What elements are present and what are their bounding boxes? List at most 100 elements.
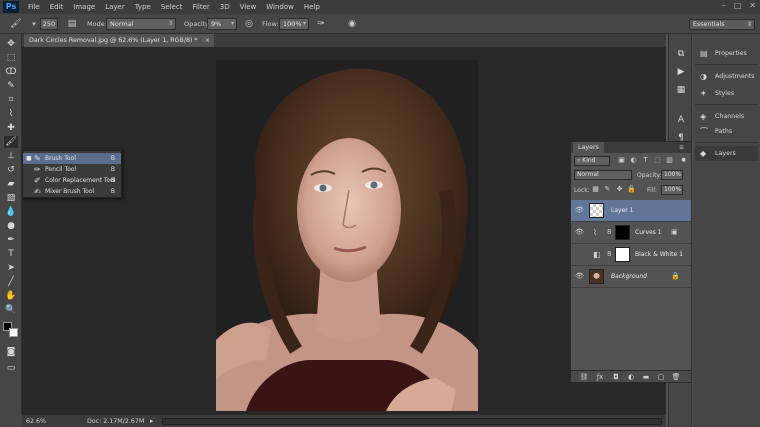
menu-type[interactable]: Type	[130, 3, 156, 11]
lock-all-icon[interactable]: 🔒	[627, 185, 636, 194]
add-mask-icon[interactable]: ◘	[611, 372, 621, 382]
panel-menu-icon[interactable]: ≡	[679, 142, 684, 153]
panel-paths[interactable]: ⌒ Paths	[695, 124, 758, 139]
menu-filter[interactable]: Filter	[187, 3, 214, 11]
flyout-item-mixer-brush-tool[interactable]: ✍ Mixer Brush Tool B	[23, 186, 121, 197]
tab-layers[interactable]: Layers	[573, 142, 604, 153]
lock-icon[interactable]: 🔒	[671, 272, 680, 280]
filter-type-icon[interactable]: T	[641, 156, 650, 165]
swatches-icon[interactable]: ▦	[674, 84, 688, 96]
maximize-icon[interactable]: □	[734, 1, 742, 10]
filter-adjustment-icon[interactable]: ◐	[629, 156, 638, 165]
panel-channels[interactable]: ◈ Channels	[695, 109, 758, 124]
filter-smart-object-icon[interactable]: ▥	[665, 156, 674, 165]
link-icon[interactable]: 8	[607, 250, 611, 258]
layer-filter-select[interactable]: ⌕ Kind	[574, 156, 610, 166]
lock-image-icon[interactable]: ✎	[603, 185, 612, 194]
menu-help[interactable]: Help	[299, 3, 325, 11]
status-menu-icon[interactable]: ▸	[150, 417, 154, 425]
path-selection-tool-icon[interactable]: ➤	[4, 262, 18, 274]
quick-mask-icon[interactable]: ◙	[4, 346, 18, 358]
filter-shape-icon[interactable]: ⬚	[653, 156, 662, 165]
clone-stamp-tool-icon[interactable]: ⊥	[4, 150, 18, 162]
filter-toggle-icon[interactable]: ●	[679, 156, 688, 165]
character-icon[interactable]: A	[674, 114, 688, 126]
brush-size-picker[interactable]: 250	[40, 18, 58, 30]
layer-row-layer-1[interactable]: 👁 Layer 1	[571, 200, 691, 222]
brush-panel-icon[interactable]: ▤	[66, 18, 78, 30]
hand-tool-icon[interactable]: ✋	[4, 290, 18, 302]
workspace-select[interactable]: Essentials ⇕	[689, 19, 755, 30]
pressure-opacity-icon[interactable]: ◎	[243, 18, 255, 30]
new-adjustment-icon[interactable]: ◐	[626, 372, 636, 382]
panel-adjustments[interactable]: ◑ Adjustments	[695, 69, 758, 84]
crop-tool-icon[interactable]: ⌗	[4, 94, 18, 106]
menu-view[interactable]: View	[235, 3, 262, 11]
close-icon[interactable]: ✕	[749, 1, 756, 10]
document-image[interactable]	[216, 60, 478, 411]
flyout-item-color-replacement-tool[interactable]: ✐ Color Replacement Tool B	[23, 175, 121, 186]
panel-styles[interactable]: ✶ Styles	[695, 86, 758, 101]
layer-row-black-white-1[interactable]: · ◧ 8 Black & White 1	[571, 244, 691, 266]
menu-window[interactable]: Window	[261, 3, 299, 11]
chevron-down-icon[interactable]: ▾	[28, 18, 40, 30]
color-swatches-icon[interactable]	[3, 322, 18, 337]
actions-icon[interactable]: ▶	[674, 66, 688, 78]
menu-image[interactable]: Image	[68, 3, 100, 11]
shape-tool-icon[interactable]: ╱	[4, 276, 18, 288]
menu-file[interactable]: File	[23, 3, 45, 11]
screen-mode-icon[interactable]: ▭	[4, 362, 18, 374]
layer-opacity-field[interactable]: 100%	[661, 170, 683, 180]
mask-thumbnail[interactable]	[615, 225, 630, 240]
flow-field[interactable]: 100% ▾	[279, 18, 309, 30]
layer-name[interactable]: Layer 1	[611, 207, 633, 214]
brush-preset-icon[interactable]: 🖌	[10, 18, 22, 30]
flyout-item-brush-tool[interactable]: ■ ✎ Brush Tool B	[23, 153, 121, 164]
brush-tool-icon[interactable]: 🖌	[4, 136, 18, 148]
marquee-tool-icon[interactable]: ⬚	[4, 52, 18, 64]
airbrush-icon[interactable]: ✑	[315, 18, 327, 30]
doc-size[interactable]: Doc: 2.17M/2.67M	[87, 418, 144, 425]
zoom-level[interactable]: 62.6%	[26, 418, 46, 425]
layer-row-curves-1[interactable]: 👁 ⌇ 8 Curves 1 ▣	[571, 222, 691, 244]
blend-mode-select[interactable]: Normal	[574, 170, 632, 180]
lock-transparent-icon[interactable]: ▦	[591, 185, 600, 194]
panel-layers[interactable]: ◆ Layers	[695, 146, 758, 161]
quick-selection-tool-icon[interactable]: ✎	[4, 80, 18, 92]
document-tab[interactable]: Dark Circles Removal.jpg @ 62.6% (Layer …	[24, 34, 214, 47]
eye-icon[interactable]: 👁	[575, 272, 584, 280]
history-icon[interactable]: ⧉	[674, 48, 688, 60]
layer-fill-field[interactable]: 100%	[661, 185, 683, 195]
layer-name[interactable]: Black & White 1	[635, 251, 683, 258]
opacity-field[interactable]: 9% ▾	[207, 18, 237, 30]
layer-name[interactable]: Curves 1	[635, 229, 662, 236]
horizontal-scrollbar[interactable]	[162, 418, 662, 425]
panel-properties[interactable]: ▤ Properties	[695, 46, 758, 61]
menu-3d[interactable]: 3D	[215, 3, 235, 11]
gradient-tool-icon[interactable]: ▨	[4, 192, 18, 204]
layer-name[interactable]: Background	[611, 273, 647, 280]
mask-thumbnail[interactable]	[615, 247, 630, 262]
type-tool-icon[interactable]: T	[4, 248, 18, 260]
blur-tool-icon[interactable]: 💧	[4, 206, 18, 218]
eye-icon[interactable]: 👁	[575, 228, 584, 236]
delete-layer-icon[interactable]: 🗑	[671, 372, 681, 382]
lasso-tool-icon[interactable]: ↀ	[4, 66, 18, 78]
lock-position-icon[interactable]: ✥	[615, 185, 624, 194]
new-group-icon[interactable]: ▬	[641, 372, 651, 382]
healing-brush-tool-icon[interactable]: ✚	[4, 122, 18, 134]
mode-select[interactable]: Normal ⇕	[106, 18, 176, 30]
pen-tool-icon[interactable]: ✒	[4, 234, 18, 246]
close-tab-icon[interactable]: ×	[205, 34, 210, 47]
menu-layer[interactable]: Layer	[100, 3, 130, 11]
menu-select[interactable]: Select	[156, 3, 188, 11]
eyedropper-tool-icon[interactable]: ⌇	[4, 108, 18, 120]
link-layers-icon[interactable]: ⛓	[579, 372, 589, 382]
menu-edit[interactable]: Edit	[45, 3, 69, 11]
eye-off-icon[interactable]: ·	[575, 250, 577, 258]
minimize-icon[interactable]: –	[722, 1, 726, 10]
eye-icon[interactable]: 👁	[575, 206, 584, 214]
zoom-tool-icon[interactable]: 🔍	[4, 304, 18, 316]
flyout-item-pencil-tool[interactable]: ✏ Pencil Tool B	[23, 164, 121, 175]
dodge-tool-icon[interactable]: ●	[4, 220, 18, 232]
